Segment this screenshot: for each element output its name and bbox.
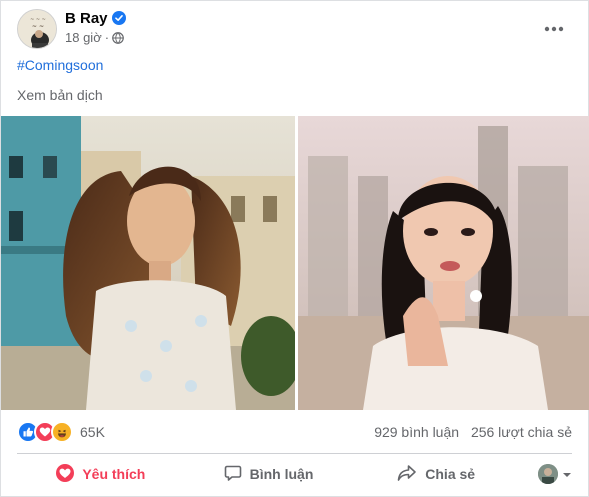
reaction-count[interactable]: 65K — [80, 424, 105, 440]
love-reaction-button[interactable]: Yêu thích — [17, 457, 185, 491]
author-name[interactable]: B Ray — [65, 10, 126, 29]
comment-button[interactable]: Bình luận — [185, 457, 353, 491]
post-photo-2[interactable] — [298, 116, 589, 410]
more-options-icon[interactable] — [540, 15, 568, 43]
share-button-label: Chia sẻ — [425, 466, 476, 482]
see-translation-link[interactable]: Xem bản dịch — [17, 87, 103, 103]
post-meta: 18 giờ · — [65, 30, 124, 47]
separator-dot: · — [104, 30, 110, 45]
globe-icon[interactable] — [112, 32, 124, 47]
post-hashtag[interactable]: #Comingsoon — [17, 57, 103, 73]
action-bar: Yêu thích Bình luận Chia sẻ — [17, 457, 572, 491]
divider — [17, 453, 572, 454]
author-name-text[interactable]: B Ray — [65, 10, 108, 27]
post-photo-1[interactable] — [1, 116, 295, 410]
post-time[interactable]: 18 giờ — [65, 30, 102, 45]
profile-avatar — [538, 464, 559, 484]
post-card: ~ ~ ~ ~ ~ B Ray 18 giờ · #Comingsoon Xem … — [0, 0, 589, 497]
comment-count[interactable]: 929 bình luận — [374, 424, 459, 440]
love-button-label: Yêu thích — [82, 466, 146, 482]
love-icon — [56, 463, 82, 485]
reaction-profile-selector[interactable] — [520, 464, 572, 484]
verified-badge-icon — [111, 11, 126, 29]
engagement-stats: 929 bình luận 256 lượt chia sẻ — [366, 424, 572, 440]
chevron-down-icon — [562, 465, 572, 483]
share-count[interactable]: 256 lượt chia sẻ — [471, 424, 572, 440]
share-icon — [397, 464, 425, 485]
author-avatar[interactable]: ~ ~ ~ ~ ~ — [17, 9, 57, 49]
comment-icon — [224, 464, 250, 485]
svg-text:~ ~: ~ ~ — [32, 23, 44, 30]
share-button[interactable]: Chia sẻ — [352, 457, 520, 491]
post-header: ~ ~ ~ ~ ~ B Ray 18 giờ · — [17, 9, 572, 49]
comment-button-label: Bình luận — [249, 466, 314, 482]
haha-icon — [51, 421, 73, 443]
reactions-summary[interactable]: 65K — [17, 420, 105, 444]
